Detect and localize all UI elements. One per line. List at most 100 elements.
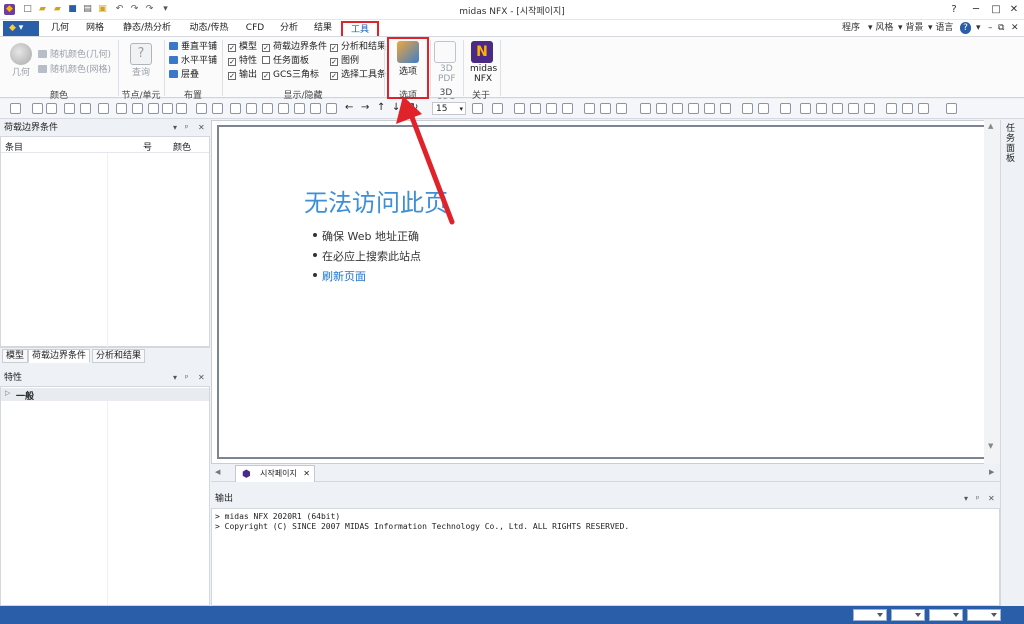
section-view-icon[interactable]: [600, 103, 611, 114]
program-menu[interactable]: 程序: [842, 22, 860, 34]
pane-dropdown-icon[interactable]: ▾: [173, 370, 177, 386]
area-icon[interactable]: [688, 103, 699, 114]
capture-icon[interactable]: [616, 103, 627, 114]
show-icon[interactable]: [546, 103, 557, 114]
doc-minimize-icon[interactable]: –: [988, 22, 993, 34]
zoom-icon[interactable]: [116, 103, 127, 114]
node-merge-icon[interactable]: [816, 103, 827, 114]
element-check-icon[interactable]: [832, 103, 843, 114]
select-tool-icon[interactable]: [10, 103, 21, 114]
display-mode-icon[interactable]: [472, 103, 483, 114]
tile-horizontal-button[interactable]: 水平平铺: [169, 56, 217, 67]
help-circle-icon[interactable]: ?: [960, 22, 971, 34]
load-display-icon[interactable]: [902, 103, 913, 114]
geometry-color-button[interactable]: 几何: [12, 68, 30, 79]
grid-icon[interactable]: [196, 103, 207, 114]
pin-icon[interactable]: ᵖ: [185, 370, 188, 386]
element-info-icon[interactable]: [720, 103, 731, 114]
tab-tools[interactable]: 工具: [341, 21, 379, 36]
zoom-fit-icon[interactable]: [98, 103, 109, 114]
query-button[interactable]: 查询: [132, 68, 150, 79]
scroll-up-icon[interactable]: ▲: [988, 122, 993, 130]
rotate-icon[interactable]: [148, 103, 159, 114]
tile-vertical-button[interactable]: 垂直平铺: [169, 42, 217, 53]
minimize-button[interactable]: ─: [966, 2, 986, 18]
view-top-icon[interactable]: [294, 103, 305, 114]
element-quality-icon[interactable]: [848, 103, 859, 114]
pane-dropdown-icon[interactable]: ▾: [173, 120, 177, 136]
bc-display-icon[interactable]: [886, 103, 897, 114]
background-menu[interactable]: ▾ 背景: [898, 22, 923, 34]
random-color-geometry-button[interactable]: 随机颜色(几何): [38, 50, 111, 61]
options-button[interactable]: 选项: [399, 67, 417, 78]
view-back-icon[interactable]: [246, 103, 257, 114]
arrow-left-icon[interactable]: ←: [345, 102, 353, 113]
tab-analysis-results[interactable]: 分析和结果: [92, 349, 146, 363]
start-page-tab[interactable]: ⬢ 시작페이지 ✕: [235, 465, 315, 482]
tab-mesh[interactable]: 网格: [80, 21, 110, 36]
show-gcs-triad-checkbox[interactable]: ✓ GCS三角标: [262, 70, 319, 81]
random-color-mesh-button[interactable]: 随机颜色(网格): [38, 65, 111, 76]
view-fit-icon[interactable]: [326, 103, 337, 114]
output-console[interactable]: > midas NFX 2020R1 (64bit) > Copyright (…: [211, 508, 1000, 606]
task-pane-strip[interactable]: 任务面板: [1000, 120, 1024, 606]
show-analysis-results-checkbox[interactable]: ✓ 分析和结果: [330, 42, 386, 53]
expand-icon[interactable]: ▷: [5, 389, 10, 397]
tab-cfd[interactable]: CFD: [240, 21, 270, 36]
zoom-in-icon[interactable]: [132, 103, 143, 114]
tab-results[interactable]: 结果: [308, 21, 338, 36]
add-icon[interactable]: [176, 103, 187, 114]
measure-icon[interactable]: [640, 103, 651, 114]
lock-icon[interactable]: [32, 103, 43, 114]
axis-icon[interactable]: [946, 103, 957, 114]
pin-icon[interactable]: ᵖ: [185, 120, 188, 136]
zoom-window-icon[interactable]: [80, 103, 91, 114]
mesh-display-icon[interactable]: [758, 103, 769, 114]
cascade-button[interactable]: 层叠: [169, 70, 199, 81]
view-iso-icon[interactable]: [212, 103, 223, 114]
doc-restore-icon[interactable]: ⧉: [998, 22, 1004, 34]
angle-icon[interactable]: [672, 103, 683, 114]
pdf-button[interactable]: PDF: [438, 74, 456, 85]
pan-icon[interactable]: [162, 103, 173, 114]
tab-close-icon[interactable]: ✕: [303, 466, 310, 481]
maximize-button[interactable]: □: [986, 2, 1006, 18]
coincident-node-icon[interactable]: [800, 103, 811, 114]
unit-temp-select[interactable]: [967, 609, 1001, 621]
ribbon-dropdown-icon[interactable]: ▾: [976, 22, 981, 34]
pane-close-icon[interactable]: ✕: [198, 120, 205, 136]
lock-dropdown-icon[interactable]: [46, 103, 57, 114]
unit-force-select[interactable]: [853, 609, 887, 621]
app-menu-button[interactable]: ◆ ▾: [3, 21, 39, 36]
feature-edge-icon[interactable]: [562, 103, 573, 114]
transparency-icon[interactable]: [514, 103, 525, 114]
show-model-checkbox[interactable]: ✓ 模型: [228, 42, 257, 53]
arrow-down-icon[interactable]: ↓: [392, 102, 400, 113]
arrow-up-icon[interactable]: ↑: [377, 102, 385, 113]
coordinate-icon[interactable]: [918, 103, 929, 114]
language-menu[interactable]: ▾ 语言: [928, 22, 953, 34]
free-edge-icon[interactable]: [780, 103, 791, 114]
rotate-cw-icon[interactable]: ↻: [410, 102, 418, 113]
tab-dynamic-heat[interactable]: 动态/传热: [183, 21, 235, 36]
distance-icon[interactable]: [656, 103, 667, 114]
show-selection-toolbar-checkbox[interactable]: ✓ 选择工具条: [330, 70, 386, 81]
help-icon[interactable]: ?: [944, 2, 964, 18]
task-pane-tab[interactable]: 任务面板: [1006, 124, 1018, 164]
show-output-checkbox[interactable]: ✓ 输出: [228, 70, 257, 81]
mesh-size-icon[interactable]: [742, 103, 753, 114]
tab-analysis[interactable]: 分析: [274, 21, 304, 36]
tab-model[interactable]: 模型: [2, 349, 29, 363]
node-info-icon[interactable]: [704, 103, 715, 114]
unit-heat-select[interactable]: [929, 609, 963, 621]
show-legend-checkbox[interactable]: ✓ 图例: [330, 56, 359, 67]
tab-scroll-left-icon[interactable]: ◀: [215, 468, 220, 476]
tab-static-thermal[interactable]: 静态/热分析: [116, 21, 178, 36]
scroll-down-icon[interactable]: ▼: [988, 442, 993, 450]
view-front-icon[interactable]: [230, 103, 241, 114]
normal-check-icon[interactable]: [864, 103, 875, 114]
about-button[interactable]: NFX: [474, 74, 492, 85]
show-properties-checkbox[interactable]: ✓ 特性: [228, 56, 257, 67]
column-color[interactable]: 颜色: [173, 140, 191, 153]
pane-close-icon[interactable]: ✕: [988, 490, 995, 508]
